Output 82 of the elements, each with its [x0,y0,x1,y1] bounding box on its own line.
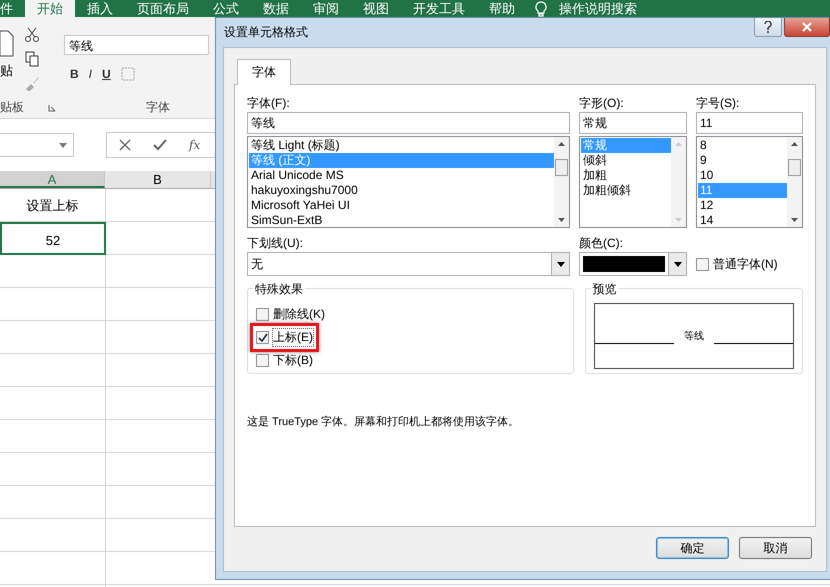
table-cell: 52 [0,222,106,255]
ribbon-tab[interactable]: 件 [0,0,25,17]
checkbox[interactable] [256,331,269,344]
input-field[interactable]: 常规 [579,112,687,134]
list-item[interactable]: 14 [698,213,787,228]
lightbulb-icon [535,0,547,16]
scroll-thumb[interactable] [555,158,568,176]
italic-button[interactable]: I [88,67,92,81]
checkbox[interactable] [256,308,269,321]
ribbon-tab[interactable]: 帮助 [477,0,527,17]
dropdown-icon[interactable] [59,142,67,148]
ribbon-tab[interactable]: 插入 [75,0,125,17]
column-header[interactable]: B [105,171,211,188]
color-dropdown[interactable] [579,252,687,276]
field-label: 颜色(C): [579,235,624,252]
window-title: 设置单元格格式 [224,24,308,41]
ribbon-tab[interactable]: 审阅 [301,0,351,17]
checkbox-label[interactable]: 删除线(K) [273,306,325,323]
ribbon-tab[interactable]: 视图 [351,0,401,17]
insert-function-button[interactable]: fx [189,138,200,152]
list-item[interactable]: hakuyoxingshu7000 [249,183,554,198]
dropdown-icon [556,262,564,266]
list-item[interactable]: 等线 Light (标题) [249,138,554,153]
scrollbar[interactable] [554,137,569,227]
dialog-tab[interactable]: 字体 [237,59,291,85]
group-title: 特殊效果 [253,281,305,298]
list-item[interactable]: 加粗倾斜 [581,183,671,198]
scrollbar[interactable] [787,137,802,227]
checkbox-label[interactable]: 上标(E) [273,329,313,346]
dialog-button[interactable]: 确定 [656,537,729,559]
underline-dropdown[interactable]: 无 [247,252,570,276]
close-button[interactable] [784,18,830,37]
scroll-thumb[interactable] [788,158,801,176]
list-item[interactable]: 8 [698,138,787,153]
group-label: 字体 [146,99,170,116]
dropdown-icon [674,262,682,266]
close-icon [802,22,812,32]
help-button[interactable] [754,18,782,37]
bold-button[interactable]: B [70,67,79,81]
list-item[interactable]: Microsoft YaHei UI [249,198,554,213]
list-item[interactable]: Arial Unicode MS [249,168,554,183]
list-item[interactable]: SimSun-ExtB [249,213,554,228]
checkbox-label[interactable]: 普通字体(N) [713,256,778,272]
preview-text: 等线 [684,330,704,343]
ribbon-tab[interactable]: 开发工具 [401,0,477,17]
checkmark-icon[interactable] [153,139,167,151]
launcher-icon[interactable] [48,104,56,112]
list-item[interactable]: 12 [698,198,787,213]
scissors-icon[interactable] [24,27,40,43]
list-item[interactable]: 倾斜 [581,153,671,168]
checkbox[interactable] [256,354,269,367]
font-name-field[interactable]: 等线 [64,35,209,55]
field-label: 字形(O): [579,95,625,112]
checkbox[interactable] [696,258,709,270]
group-label: 贴板 [0,99,24,116]
scroll-up-icon[interactable] [791,142,798,146]
checkbox-label[interactable]: 下标(B) [273,352,313,369]
list-item[interactable]: 加粗 [581,168,671,183]
cancel-icon[interactable] [119,139,131,151]
scroll-down-icon[interactable] [791,218,798,222]
field-label: 下划线(U): [247,235,304,252]
tell-me-search[interactable]: 操作说明搜索 [559,0,637,18]
field-label: 字号(S): [696,95,740,112]
field-label: 字体(F): [247,95,291,112]
scroll-down-icon[interactable] [558,218,565,222]
info-text: 这是 TrueType 字体。屏幕和打印机上都将使用该字体。 [247,414,520,429]
paste-label[interactable]: 贴 [0,62,13,80]
ribbon-tab[interactable]: 数据 [251,0,301,17]
column-header[interactable]: A [0,171,105,188]
ribbon-tab[interactable]: 开始 [25,0,75,17]
list-item[interactable]: 9 [698,153,787,168]
group-title: 预览 [590,281,619,298]
ribbon-tab[interactable]: 页面布局 [125,0,201,17]
dialog-button[interactable]: 取消 [739,537,812,559]
input-field[interactable]: 11 [696,112,803,134]
input-field[interactable]: 等线 [247,112,570,134]
help-icon [764,21,772,33]
underline-button[interactable]: U [102,67,111,81]
list-item[interactable]: 10 [698,168,787,183]
copy-icon[interactable] [24,51,40,67]
scroll-up-icon[interactable] [558,142,565,146]
ribbon-tab[interactable]: 公式 [201,0,251,17]
